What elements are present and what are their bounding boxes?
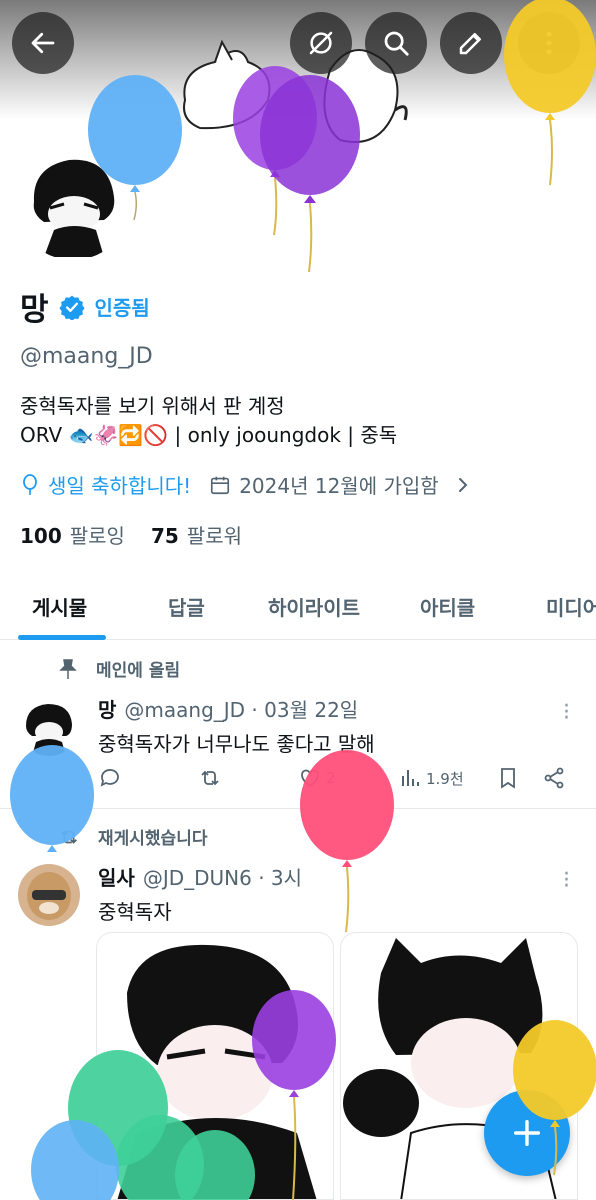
birthday-link[interactable]: 생일 축하합니다! xyxy=(48,470,191,499)
post-meta: @JD_DUN6 · 3시 xyxy=(142,866,303,890)
edit-button[interactable] xyxy=(440,12,502,74)
context-label: 재게시했습니다 xyxy=(98,829,208,849)
post-image[interactable] xyxy=(96,932,334,1200)
bookmark-icon xyxy=(501,768,515,789)
joined-date: 2024년 12월에 가입함 xyxy=(239,474,439,498)
post-meta: @maang_JD · 03월 22일 xyxy=(124,698,359,722)
bio-line: ORV 🐟🦑🔁🚫 | only jooungdok | 중독 xyxy=(20,423,398,447)
following-link[interactable]: 100 팔로잉 xyxy=(20,520,125,549)
post-header: 망 @maang_JD · 03월 22일 xyxy=(98,694,358,723)
more-vertical-icon xyxy=(546,31,552,55)
back-button[interactable] xyxy=(12,12,74,74)
search-button[interactable] xyxy=(365,12,427,74)
search-icon xyxy=(384,31,409,56)
balloon-icon xyxy=(23,473,37,495)
post-avatar[interactable] xyxy=(18,864,80,926)
share-button[interactable] xyxy=(542,766,566,790)
post-header: 일사 @JD_DUN6 · 3시 xyxy=(98,862,302,891)
tab-articles[interactable]: 아티클 xyxy=(420,592,475,621)
views-button[interactable]: 1.9천 xyxy=(398,766,464,790)
no-grok-button[interactable] xyxy=(290,12,352,74)
post-author-name[interactable]: 망 xyxy=(98,694,116,723)
views-count: 1.9천 xyxy=(426,769,464,788)
repost-icon xyxy=(201,770,219,786)
post-more-button[interactable]: · · · xyxy=(563,864,570,898)
arrow-left-icon xyxy=(31,32,55,54)
following-label: 팔로잉 xyxy=(69,524,125,548)
context-label: 메인에 올림 xyxy=(96,661,181,681)
pin-icon xyxy=(59,658,77,679)
post-avatar[interactable] xyxy=(18,694,80,756)
plus-icon xyxy=(513,1119,541,1147)
heart-icon xyxy=(301,769,319,788)
bookmark-button[interactable] xyxy=(496,766,520,790)
followers-count: 75 xyxy=(150,524,179,548)
profile-handle: @maang_JD xyxy=(20,344,153,369)
share-icon xyxy=(544,767,564,789)
edit-icon xyxy=(459,33,481,55)
like-count: 2 xyxy=(326,769,336,787)
more-button[interactable] xyxy=(518,12,580,74)
repost-icon xyxy=(61,829,77,844)
post-actions: 2 1.9천 xyxy=(98,766,576,796)
followers-link[interactable]: 75 팔로워 xyxy=(151,520,242,549)
tab-replies[interactable]: 답글 xyxy=(168,592,205,621)
verified-badge-icon[interactable] xyxy=(58,294,85,320)
repost-context: 재게시했습니다 xyxy=(58,824,207,849)
tab-highlights[interactable]: 하이라이트 xyxy=(268,592,360,621)
post-more-button[interactable]: · · · xyxy=(563,696,570,730)
profile-avatar[interactable] xyxy=(14,142,132,260)
compose-button[interactable] xyxy=(484,1090,570,1176)
calendar-icon xyxy=(211,476,230,494)
reply-button[interactable] xyxy=(98,766,122,790)
reply-icon xyxy=(100,769,119,787)
profile-name: 망 xyxy=(20,292,49,328)
followers-label: 팔로워 xyxy=(186,524,242,548)
views-chart-icon xyxy=(402,770,419,786)
post-text: 중혁독자 xyxy=(98,900,172,924)
post-author-name[interactable]: 일사 xyxy=(98,862,135,891)
active-tab-indicator xyxy=(18,635,106,640)
bio-line: 중혁독자를 보기 위해서 판 계정 xyxy=(20,394,285,418)
tab-posts[interactable]: 게시물 xyxy=(32,592,87,621)
chevron-right-icon[interactable] xyxy=(455,475,471,495)
no-grok-icon xyxy=(309,31,333,55)
profile-bio: 중혁독자를 보기 위해서 판 계정 ORV 🐟🦑🔁🚫 | only jooung… xyxy=(20,392,580,450)
repost-button[interactable] xyxy=(198,766,222,790)
post-text: 중혁독자가 너무나도 좋다고 말해 xyxy=(98,732,375,756)
tab-media[interactable]: 미디어 xyxy=(546,592,596,621)
like-button[interactable]: 2 xyxy=(298,766,336,790)
following-count: 100 xyxy=(20,524,62,548)
pinned-context: 메인에 올림 xyxy=(58,656,180,681)
verified-label[interactable]: 인증됨 xyxy=(95,292,150,321)
profile-tabs: 게시물 답글 하이라이트 아티클 미디어 xyxy=(0,574,596,640)
post-divider xyxy=(0,808,596,809)
